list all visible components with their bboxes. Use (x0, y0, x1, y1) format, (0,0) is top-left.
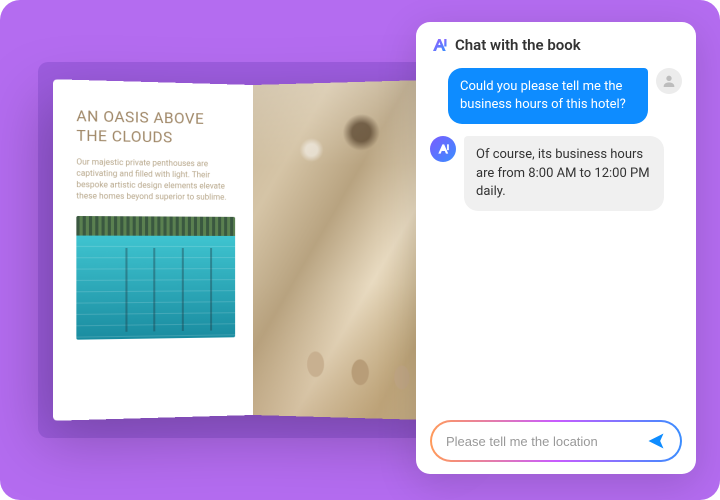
chat-message-user: Could you please tell me the business ho… (430, 68, 682, 124)
chat-message-bot: Of course, its business hours are from 8… (430, 136, 682, 211)
pool-photo (76, 216, 235, 340)
send-icon (646, 431, 666, 451)
bot-bubble: Of course, its business hours are from 8… (464, 136, 664, 211)
user-bubble: Could you please tell me the business ho… (448, 68, 648, 124)
book-heading: AN OASIS ABOVE THE CLOUDS (76, 107, 235, 148)
book-body-text: Our majestic private penthouses are capt… (76, 156, 235, 203)
chat-input[interactable] (446, 434, 642, 449)
app-stage: AN OASIS ABOVE THE CLOUDS Our majestic p… (0, 0, 720, 500)
chat-header: Chat with the book (430, 36, 682, 54)
chat-title: Chat with the book (455, 36, 581, 54)
ai-avatar-icon (430, 136, 456, 162)
chat-input-container (430, 420, 682, 462)
user-avatar-icon (656, 68, 682, 94)
book-page-left: AN OASIS ABOVE THE CLOUDS Our majestic p… (53, 79, 253, 421)
chat-messages: Could you please tell me the business ho… (430, 68, 682, 420)
chat-panel: Chat with the book Could you please tell… (416, 22, 696, 474)
book-spread: AN OASIS ABOVE THE CLOUDS Our majestic p… (58, 85, 448, 415)
send-button[interactable] (642, 427, 670, 455)
ai-logo-icon (430, 36, 448, 54)
